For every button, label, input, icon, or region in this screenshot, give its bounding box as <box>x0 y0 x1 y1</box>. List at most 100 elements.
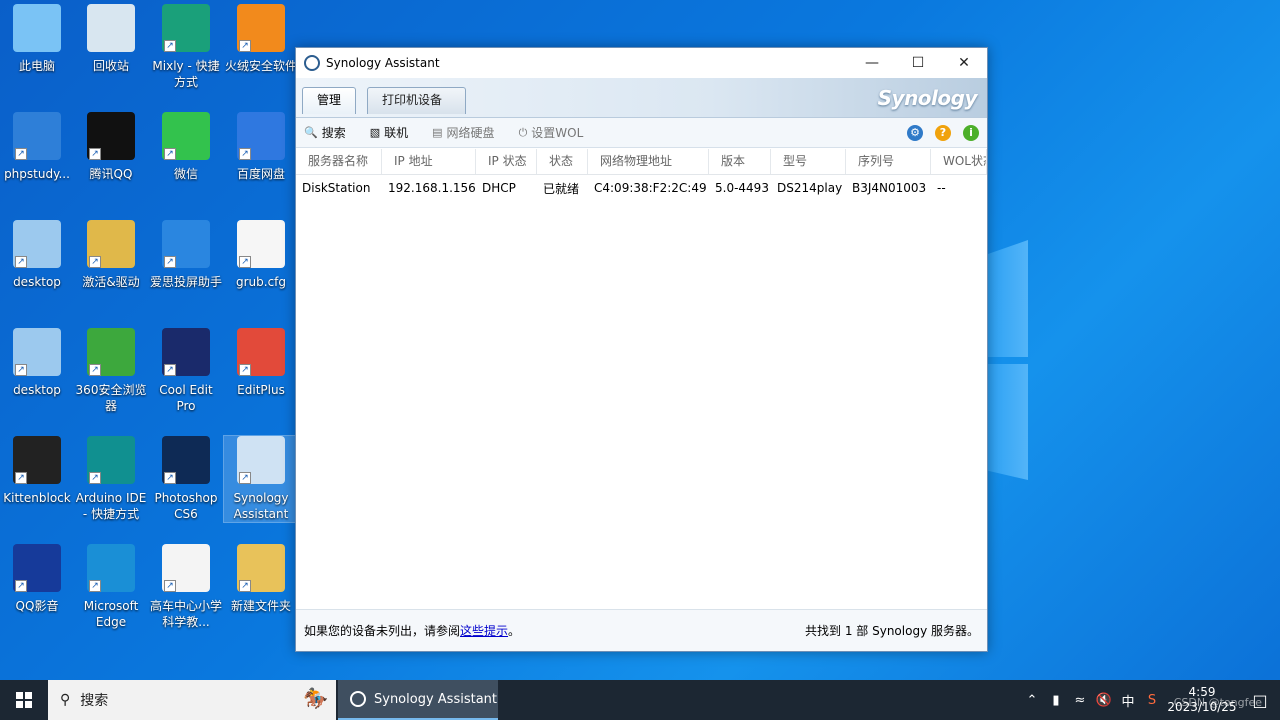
desktop-icon-photoshop[interactable]: ↗ Photoshop CS6 <box>149 436 223 522</box>
taskbar-app-synology-assistant[interactable]: Synology Assistant <box>338 680 498 720</box>
photoshop-icon: ↗ <box>162 436 210 484</box>
desktop-icon-label: Arduino IDE - 快捷方式 <box>75 491 147 521</box>
desktop-icon-label: Cool Edit Pro <box>159 383 213 413</box>
desktop-icon-file[interactable]: ↗ desktop <box>0 220 74 290</box>
power-icon: ⏻ <box>518 125 528 139</box>
table-cell: B3J4N01003 <box>852 181 927 195</box>
desktop-icon-phpstudy[interactable]: ↗ phpstudy... <box>0 112 74 182</box>
help-icon[interactable]: ? <box>935 125 951 141</box>
desktop-icon-label: 激活&驱动 <box>82 275 140 289</box>
horse-decoration-icon: 🏇 <box>303 686 328 710</box>
settings-gear-icon[interactable]: ⚙ <box>907 125 923 141</box>
search-button[interactable]: 🔍 搜索 <box>304 124 346 141</box>
desktop-icon-folder[interactable]: ↗ 新建文件夹 <box>224 544 298 614</box>
desktop-icon-wechat[interactable]: ↗ 微信 <box>149 112 223 182</box>
server-list-body: DiskStation 192.168.1.156 DHCP 已就绪 C4:09:38:… <box>296 175 987 201</box>
baidu-netdisk-icon: ↗ <box>237 112 285 160</box>
sogou-icon[interactable]: S <box>1140 693 1164 708</box>
wol-button[interactable]: ⏻ 设置WOL <box>519 124 584 141</box>
desktop-icon-synology[interactable]: ↗ Synology Assistant <box>223 435 299 523</box>
column-header[interactable]: 状态 <box>537 149 588 174</box>
desktop-icon-aisi[interactable]: ↗ 爱思投屏助手 <box>149 220 223 290</box>
synology-assistant-window: Synology Assistant — ☐ ✕ 管理 打印机设备 Synolo… <box>295 47 988 652</box>
desktop-icon-qq[interactable]: ↗ 腾讯QQ <box>74 112 148 182</box>
desktop-icon-label: 回收站 <box>92 59 129 73</box>
shortcut-arrow-icon: ↗ <box>89 148 101 160</box>
windows-wallpaper-logo <box>988 240 1028 480</box>
column-header[interactable]: 网络物理地址 <box>588 149 709 174</box>
taskbar-search-box[interactable]: ⚲ 搜索 🏇 <box>48 680 336 720</box>
desktop-icon-kittenblock[interactable]: ↗ Kittenblock <box>0 436 74 506</box>
desktop-icon-label: 此电脑 <box>18 59 55 73</box>
table-cell: 192.168.1.156 <box>388 181 476 195</box>
desktop-icon-recycle-bin[interactable]: 回收站 <box>74 4 148 74</box>
desktop-icon-cooledit[interactable]: ↗ Cool Edit Pro <box>149 328 223 414</box>
file-icon: ↗ <box>13 220 61 268</box>
desktop-icon-360-browser[interactable]: ↗ 360安全浏览器 <box>74 328 148 414</box>
column-header[interactable]: WOL状态 <box>931 149 987 174</box>
battery-icon[interactable]: ▮ <box>1044 693 1068 708</box>
found-count: 共找到 1 部 Synology 服务器。 <box>805 624 979 638</box>
desktop-icon-document[interactable]: ↗ 高车中心小学科学教... <box>149 544 223 630</box>
desktop-icon-file[interactable]: ↗ grub.cfg <box>224 220 298 290</box>
footer-hint: 如果您的设备未列出，请参阅 <box>304 624 461 638</box>
start-button[interactable] <box>0 680 48 720</box>
column-header[interactable]: 型号 <box>771 149 846 174</box>
column-header[interactable]: IP 状态 <box>476 149 537 174</box>
desktop-icon-baidu-netdisk[interactable]: ↗ 百度网盘 <box>224 112 298 182</box>
cooledit-icon: ↗ <box>162 328 210 376</box>
shortcut-arrow-icon: ↗ <box>89 472 101 484</box>
desktop-icon-mixly[interactable]: ↗ Mixly - 快捷方式 <box>149 4 223 90</box>
kittenblock-icon: ↗ <box>13 436 61 484</box>
desktop-icon-computer[interactable]: 此电脑 <box>0 4 74 74</box>
windows-start-icon <box>16 692 32 708</box>
computer-icon <box>13 4 61 52</box>
arduino-icon: ↗ <box>87 436 135 484</box>
window-title: Synology Assistant <box>326 56 440 70</box>
column-header[interactable]: IP 地址 <box>382 149 476 174</box>
title-bar[interactable]: Synology Assistant — ☐ ✕ <box>296 48 987 78</box>
server-list: 服务器名称IP 地址IP 状态状态网络物理地址版本型号序列号WOL状态 Disk… <box>296 149 987 609</box>
360-browser-icon: ↗ <box>87 328 135 376</box>
info-icon[interactable]: i <box>963 125 979 141</box>
synology-app-icon <box>350 691 366 707</box>
column-header[interactable]: 序列号 <box>846 149 931 174</box>
desktop-icon-qq-player[interactable]: ↗ QQ影音 <box>0 544 74 614</box>
maximize-button[interactable]: ☐ <box>895 48 941 78</box>
tab-printer-devices[interactable]: 打印机设备 <box>367 87 466 114</box>
table-cell: 5.0-4493 <box>715 181 769 195</box>
document-icon: ↗ <box>162 544 210 592</box>
column-header[interactable]: 版本 <box>709 149 771 174</box>
network-drive-button[interactable]: ▤ 网络硬盘 <box>432 124 494 141</box>
ime-indicator[interactable]: 中 <box>1116 691 1140 710</box>
desktop-icon-label: Photoshop CS6 <box>154 491 218 521</box>
qq-icon: ↗ <box>87 112 135 160</box>
chevron-up-icon[interactable]: ⌃ <box>1020 693 1044 708</box>
tips-link[interactable]: 这些提示 <box>460 624 508 638</box>
column-header[interactable]: 服务器名称 <box>296 149 382 174</box>
shortcut-arrow-icon: ↗ <box>164 364 176 376</box>
synology-app-icon <box>304 55 320 71</box>
desktop-icon-label: Synology Assistant <box>233 491 289 521</box>
desktop-icon-arduino[interactable]: ↗ Arduino IDE - 快捷方式 <box>74 436 148 522</box>
table-cell: C4:09:38:F2:2C:49 <box>594 181 707 195</box>
recycle-bin-icon <box>87 4 135 52</box>
connect-button[interactable]: ▧ 联机 <box>370 124 408 141</box>
synology-logo: Synology <box>877 86 978 110</box>
shortcut-arrow-icon: ↗ <box>15 364 27 376</box>
folder-icon: ↗ <box>237 544 285 592</box>
desktop-icon-folder[interactable]: ↗ 激活&驱动 <box>74 220 148 290</box>
wifi-icon[interactable]: ≈ <box>1068 693 1092 708</box>
table-row[interactable]: DiskStation 192.168.1.156 DHCP 已就绪 C4:09:38:… <box>296 175 987 201</box>
huorong-icon: ↗ <box>237 4 285 52</box>
desktop-icon-file[interactable]: ↗ desktop <box>0 328 74 398</box>
volume-muted-icon[interactable]: 🔇 <box>1092 693 1116 708</box>
watermark: CSDN @tongfee <box>1173 696 1262 709</box>
desktop-icon-editplus[interactable]: ↗ EditPlus <box>224 328 298 398</box>
desktop-icon-huorong[interactable]: ↗ 火绒安全软件 <box>224 4 298 74</box>
desktop-icon-label: 高车中心小学科学教... <box>149 599 222 629</box>
close-button[interactable]: ✕ <box>941 48 987 78</box>
desktop-icon-edge[interactable]: ↗ Microsoft Edge <box>74 544 148 630</box>
tab-manage[interactable]: 管理 <box>302 87 357 114</box>
minimize-button[interactable]: — <box>849 48 895 78</box>
